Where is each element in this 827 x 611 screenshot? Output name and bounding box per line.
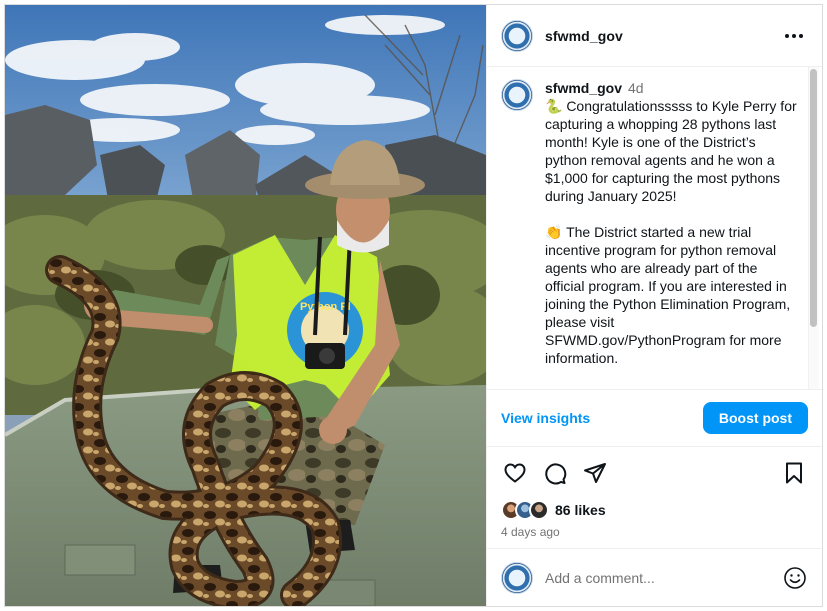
save-button[interactable]	[780, 459, 808, 487]
caption-username[interactable]: sfwmd_gov	[545, 79, 622, 97]
post-side-panel: sfwmd_gov sfwmd_gov 4d 🐍 Congratulations…	[486, 5, 822, 606]
bookmark-icon	[786, 462, 802, 484]
post-date[interactable]: 4 days ago	[487, 521, 822, 541]
caption-paragraph-2: 👏 The District started a new trial incen…	[545, 224, 795, 366]
boost-post-button[interactable]: Boost post	[702, 402, 808, 434]
insights-bar: View insights Boost post	[487, 389, 822, 447]
shirt-logo-text: Python Pl	[300, 301, 351, 313]
liker-avatar	[529, 500, 549, 520]
post-dialog: Python Pl sfwmd_gov sfwmd_gov 4d 🐍 Congr…	[4, 4, 823, 607]
header-username[interactable]: sfwmd_gov	[545, 28, 623, 44]
more-options-button[interactable]	[782, 24, 806, 48]
comment-icon	[545, 463, 567, 485]
python-hunter-photo: Python Pl	[5, 5, 486, 606]
comment-button[interactable]	[541, 459, 569, 487]
emoji-button[interactable]	[782, 565, 808, 591]
caption-scroll-area[interactable]: sfwmd_gov 4d 🐍 Congratulationsssss to Ky…	[487, 67, 822, 389]
likes-count[interactable]: 86 likes	[555, 502, 606, 518]
post-header: sfwmd_gov	[487, 5, 822, 67]
emoji-icon	[784, 566, 806, 589]
heart-icon	[504, 463, 526, 483]
like-button[interactable]	[501, 459, 529, 487]
comment-bar	[487, 548, 822, 606]
scrollbar-thumb[interactable]	[810, 69, 817, 327]
comment-input[interactable]	[545, 569, 782, 586]
caption-timestamp[interactable]: 4d	[628, 79, 644, 97]
commenter-avatar	[501, 561, 533, 594]
avatar[interactable]	[501, 19, 533, 52]
more-horizontal-icon	[785, 33, 790, 38]
caption-avatar[interactable]	[501, 79, 533, 111]
post-photo: Python Pl	[5, 5, 486, 606]
likes-summary[interactable]: 86 likes	[487, 499, 822, 521]
share-icon	[584, 463, 606, 483]
caption-paragraph-1: 🐍 Congratulationsssss to Kyle Perry for …	[545, 98, 801, 204]
view-insights-link[interactable]: View insights	[501, 410, 590, 426]
action-bar	[487, 447, 822, 499]
caption: sfwmd_gov 4d 🐍 Congratulationsssss to Ky…	[501, 79, 798, 367]
share-button[interactable]	[581, 459, 609, 487]
